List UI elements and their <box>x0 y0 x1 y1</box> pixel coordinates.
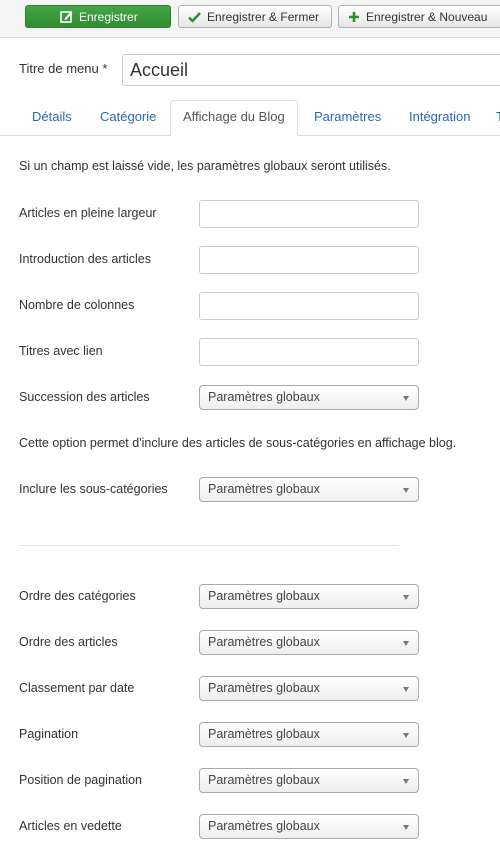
chevron-down-icon <box>403 396 409 401</box>
category-order-value: Paramètres globaux <box>208 589 320 603</box>
pagination-select[interactable]: Paramètres globaux <box>199 722 419 747</box>
chevron-down-icon <box>403 733 409 738</box>
save-new-button[interactable]: Enregistrer & Nouveau <box>338 5 500 28</box>
menu-title-input[interactable] <box>122 54 500 86</box>
pagination-position-value: Paramètres globaux <box>208 773 320 787</box>
featured-articles-label: Articles en vedette <box>19 819 122 833</box>
links-input[interactable] <box>199 338 419 366</box>
subcategory-hint: Cette option permet d'inclure des articl… <box>19 436 457 450</box>
tab-category[interactable]: Catégorie <box>100 109 156 124</box>
save-new-button-label: Enregistrer & Nouveau <box>366 9 488 24</box>
tab-details[interactable]: Détails <box>32 109 72 124</box>
chevron-down-icon <box>403 488 409 493</box>
leading-articles-input[interactable] <box>199 200 419 228</box>
pagination-label: Pagination <box>19 727 79 741</box>
article-order-value: Paramètres globaux <box>208 635 320 649</box>
toolbar: Enregistrer Enregistrer & Fermer Enregis… <box>0 0 500 38</box>
date-order-select[interactable]: Paramètres globaux <box>199 676 419 701</box>
menu-title-row: Titre de menu * <box>0 54 500 86</box>
chevron-down-icon <box>403 641 409 646</box>
menu-title-label: Titre de menu * <box>19 61 108 76</box>
tab-blog-layout[interactable]: Affichage du Blog <box>170 100 298 137</box>
columns-label: Nombre de colonnes <box>19 298 135 312</box>
article-order-label: Ordre des articles <box>19 635 118 649</box>
category-order-select[interactable]: Paramètres globaux <box>199 584 419 609</box>
pagination-position-select[interactable]: Paramètres globaux <box>199 768 419 793</box>
article-order-select[interactable]: Paramètres globaux <box>199 630 419 655</box>
multi-column-order-value: Paramètres globaux <box>208 390 320 404</box>
tab-overflow[interactable]: T <box>496 109 500 124</box>
plus-icon <box>348 11 360 23</box>
edit-icon <box>60 10 73 23</box>
chevron-down-icon <box>403 779 409 784</box>
save-button-label: Enregistrer <box>79 9 138 24</box>
multi-column-order-label: Succession des articles <box>19 390 150 404</box>
save-button[interactable]: Enregistrer <box>25 5 171 28</box>
chevron-down-icon <box>403 595 409 600</box>
intro-articles-input[interactable] <box>199 246 419 274</box>
tab-bar: Détails Catégorie Affichage du Blog Para… <box>0 100 500 137</box>
featured-articles-value: Paramètres globaux <box>208 819 320 833</box>
global-params-hint: Si un champ est laissé vide, les paramèt… <box>19 159 391 173</box>
leading-articles-label: Articles en pleine largeur <box>19 206 157 220</box>
subcategory-value: Paramètres globaux <box>208 482 320 496</box>
columns-input[interactable] <box>199 292 419 320</box>
category-order-label: Ordre des catégories <box>19 589 136 603</box>
save-close-button-label: Enregistrer & Fermer <box>207 9 320 24</box>
featured-articles-select[interactable]: Paramètres globaux <box>199 814 419 839</box>
chevron-down-icon <box>403 687 409 692</box>
tab-integration[interactable]: Intégration <box>409 109 470 124</box>
date-order-value: Paramètres globaux <box>208 681 320 695</box>
intro-articles-label: Introduction des articles <box>19 252 152 266</box>
tab-options[interactable]: Paramètres <box>314 109 381 124</box>
subcategory-label: Inclure les sous-catégories <box>19 482 168 496</box>
section-divider <box>19 545 399 546</box>
check-icon <box>188 11 201 23</box>
date-order-label: Classement par date <box>19 681 135 695</box>
subcategory-select[interactable]: Paramètres globaux <box>199 477 419 502</box>
multi-column-order-select[interactable]: Paramètres globaux <box>199 385 419 410</box>
pagination-value: Paramètres globaux <box>208 727 320 741</box>
links-label: Titres avec lien <box>19 344 103 358</box>
pagination-position-label: Position de pagination <box>19 773 143 787</box>
chevron-down-icon <box>403 825 409 830</box>
save-close-button[interactable]: Enregistrer & Fermer <box>178 5 332 28</box>
